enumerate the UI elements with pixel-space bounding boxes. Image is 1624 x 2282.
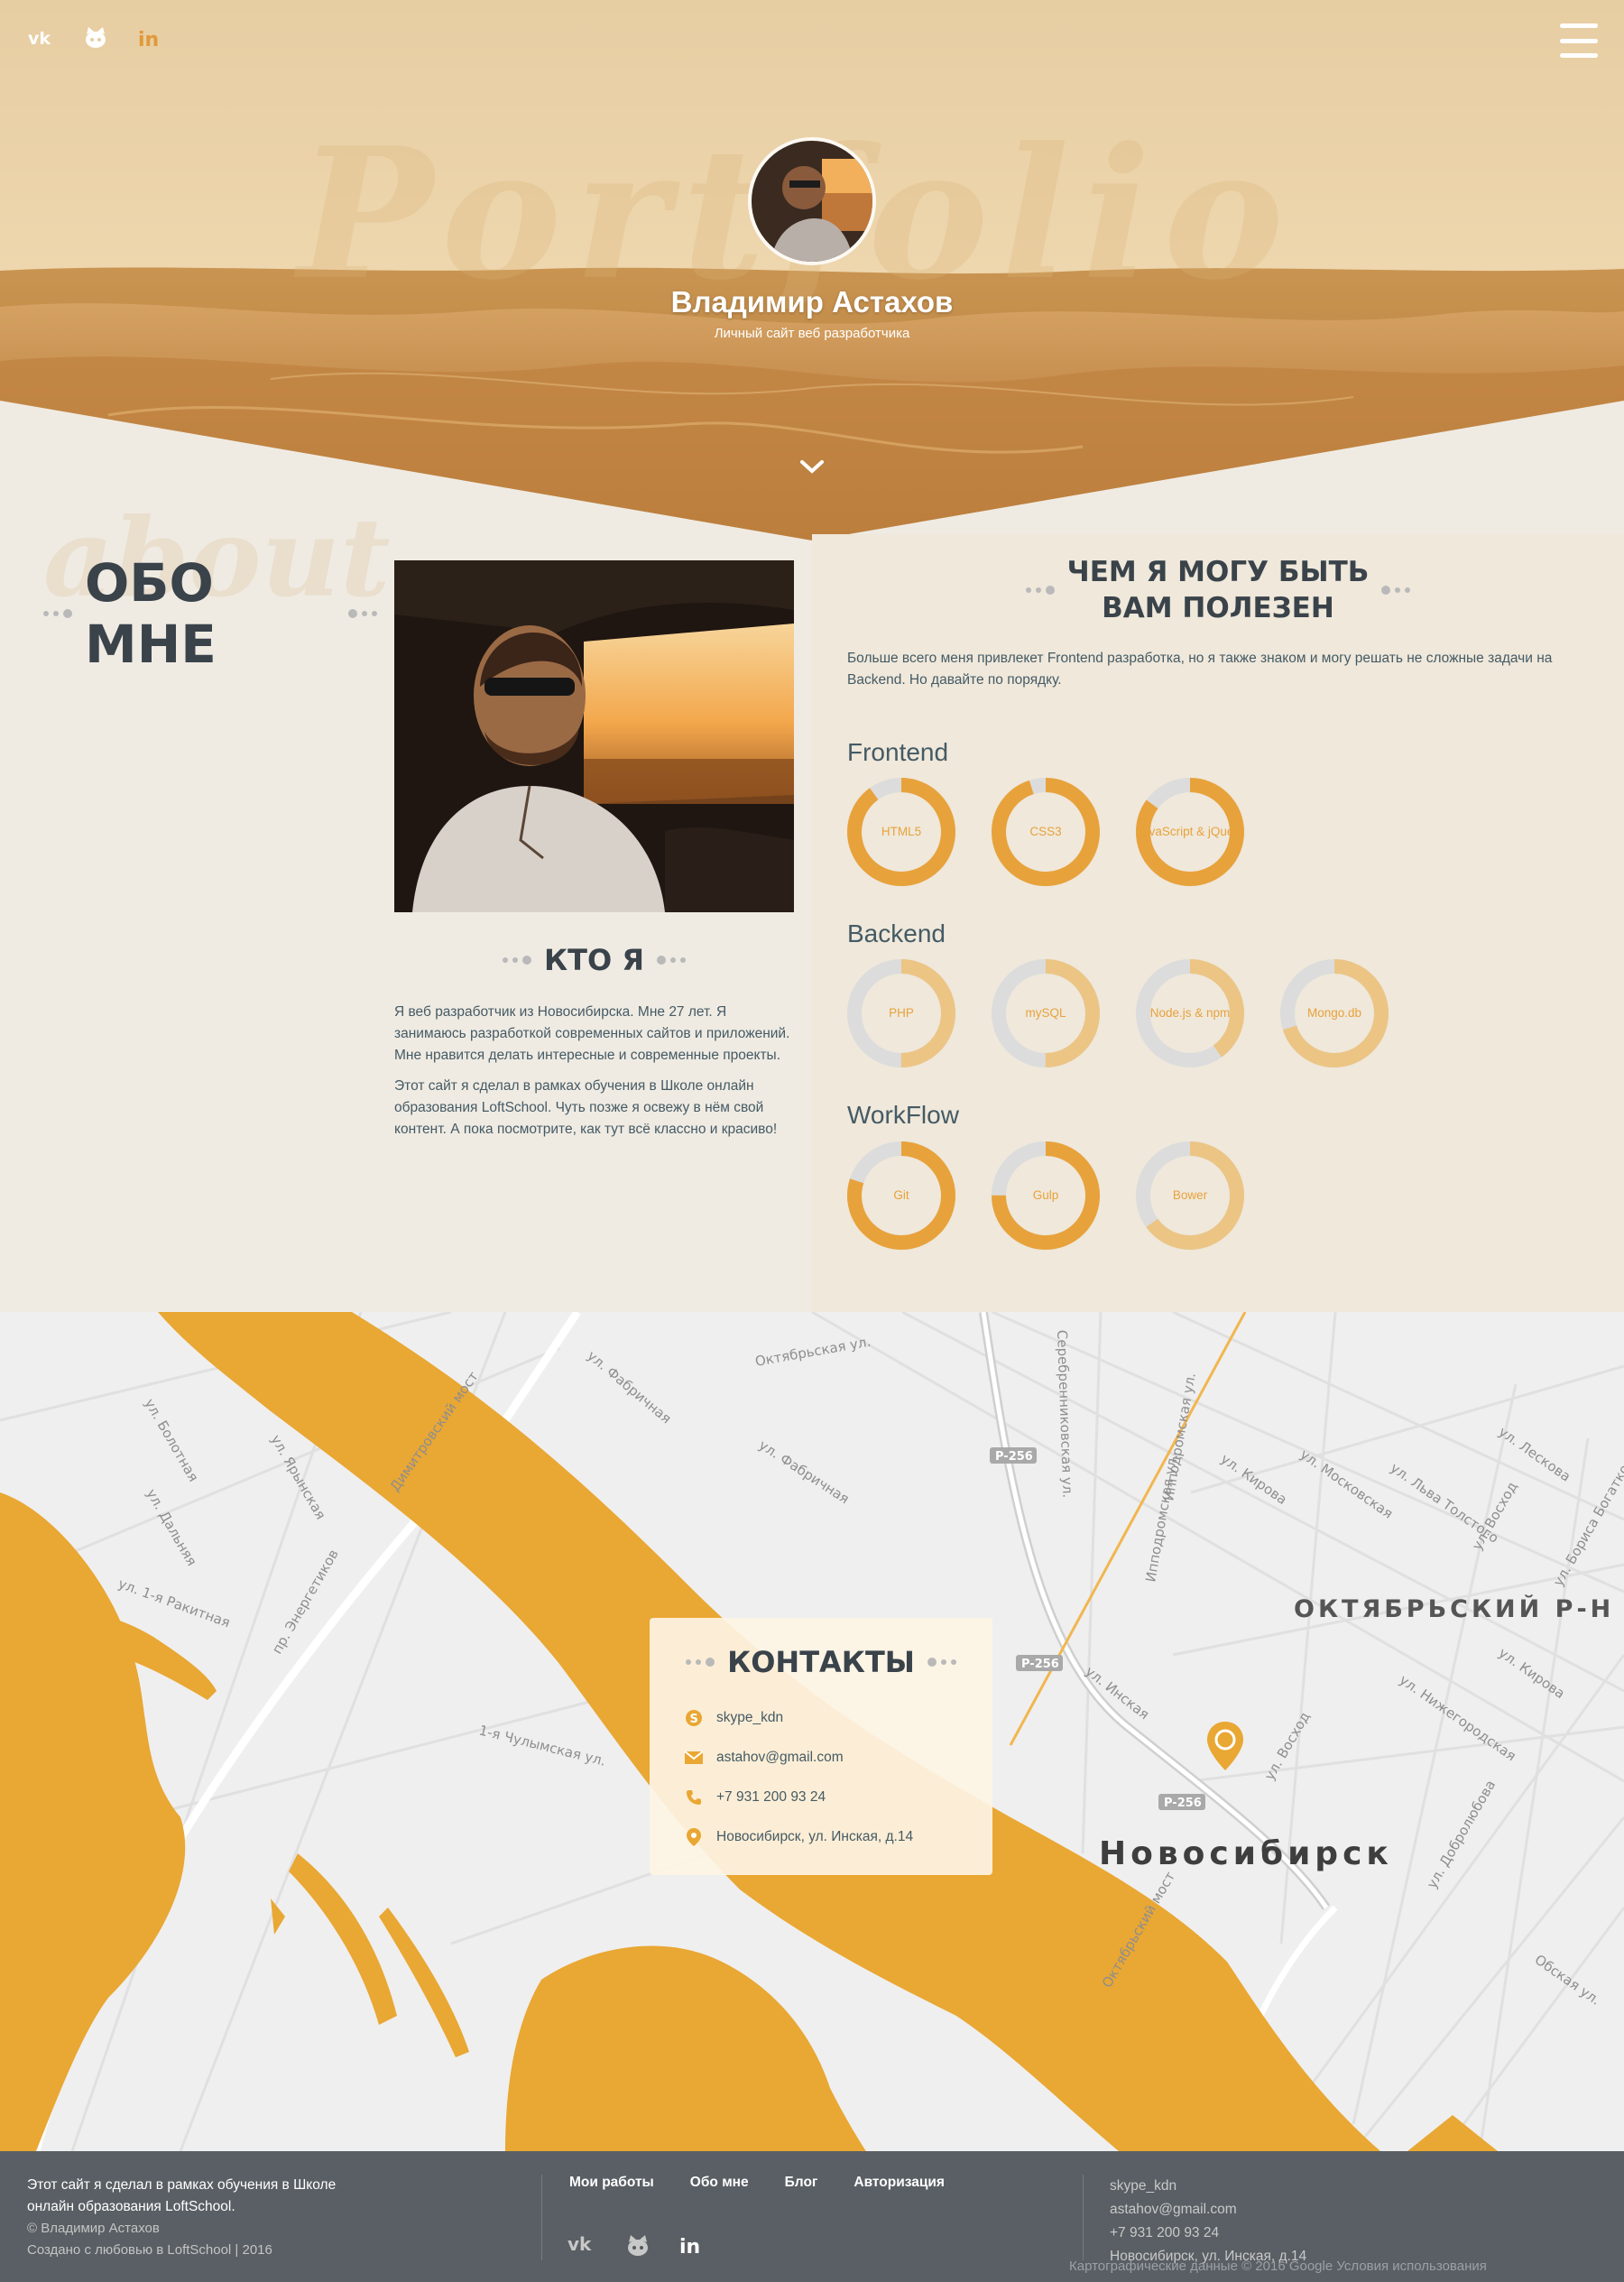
skill-label: Node.js & npm — [1149, 1006, 1231, 1020]
contacts-title: КОНТАКТЫ — [650, 1645, 992, 1679]
footer-skype[interactable]: skype_kdn — [1110, 2175, 1306, 2198]
contact-address[interactable]: Новосибирск, ул. Инская, д.14 — [684, 1827, 913, 1847]
hero-social-links: vk in — [27, 23, 164, 52]
skills-title-line2: ВАМ ПОЛЕЗЕН — [1102, 592, 1334, 624]
map-copyright[interactable]: Картографические данные © 2016 Google Ус… — [1069, 2259, 1487, 2274]
phone-icon — [684, 1788, 704, 1807]
skill-ring: mySQL — [992, 959, 1100, 1067]
scroll-down-arrow-icon[interactable] — [799, 458, 825, 476]
footer-text-line2: онлайн образования LoftSchool. — [27, 2199, 235, 2214]
footer-linkedin-icon[interactable]: in — [679, 2234, 705, 2262]
footer-about: Этот сайт я сделал в рамках обучения в Ш… — [27, 2175, 370, 2261]
svg-text:in: in — [138, 29, 159, 49]
footer-contacts: skype_kdn astahov@gmail.com +7 931 200 9… — [1110, 2175, 1306, 2268]
contact-email[interactable]: astahov@gmail.com — [684, 1748, 844, 1768]
skill-ring: Git — [847, 1141, 955, 1250]
who-am-i-title-text: КТО Я — [544, 943, 644, 977]
about-paragraph-1: Я веб разработчик из Новосибирска. Мне 2… — [394, 1004, 790, 1063]
footer-github-icon[interactable] — [625, 2234, 651, 2262]
skill-ring: CSS3 — [992, 778, 1100, 886]
hero-subtitle: Личный сайт веб разработчика — [714, 326, 910, 341]
footer-phone[interactable]: +7 931 200 93 24 — [1110, 2222, 1306, 2245]
linkedin-icon[interactable]: in — [135, 23, 164, 52]
skill-label: mySQL — [1025, 1006, 1066, 1020]
skill-label: Gulp — [1032, 1188, 1059, 1202]
skill-label: Mongo.db — [1306, 1006, 1362, 1020]
footer-nav-about[interactable]: Обо мне — [690, 2175, 749, 2191]
skill-ring: Gulp — [992, 1141, 1100, 1250]
profile-photo — [394, 560, 794, 912]
map-city-label: Новосибирск — [1099, 1835, 1393, 1872]
contact-skype[interactable]: S skype_kdn — [684, 1708, 783, 1728]
svg-text:S: S — [690, 1713, 698, 1726]
skills-row-backend: PHP mySQL Node.js & npm Mongo.db — [847, 959, 1389, 1067]
skill-group-title-workflow: WorkFlow — [847, 1101, 959, 1129]
avatar — [748, 137, 876, 265]
skill-label: Git — [893, 1188, 909, 1202]
github-icon[interactable] — [81, 23, 110, 52]
footer-social-links: vk in — [567, 2233, 705, 2262]
contacts-card: КОНТАКТЫ S skype_kdn astahov@gmail.com +… — [650, 1618, 992, 1875]
skill-label: HTML5 — [881, 825, 922, 838]
skill-label: CSS3 — [1029, 825, 1062, 838]
footer-vk-icon[interactable]: vk — [567, 2233, 596, 2262]
skills-title: ЧЕМ Я МОГУ БЫТЬ ВАМ ПОЛЕЗЕН — [902, 554, 1534, 626]
about-text: Я веб разработчик из Новосибирска. Мне 2… — [394, 1002, 794, 1150]
svg-text:P-256: P-256 — [1164, 1797, 1202, 1810]
contact-address-value: Новосибирск, ул. Инская, д.14 — [716, 1829, 914, 1844]
footer-divider — [541, 2175, 542, 2260]
contact-phone-value: +7 931 200 93 24 — [716, 1789, 826, 1805]
skype-icon: S — [684, 1708, 704, 1728]
footer-nav-blog[interactable]: Блог — [785, 2175, 818, 2191]
skills-title-text: ЧЕМ Я МОГУ БЫТЬ ВАМ ПОЛЕЗЕН — [1067, 554, 1370, 626]
footer-email[interactable]: astahov@gmail.com — [1110, 2198, 1306, 2222]
skill-ring: PHP — [847, 959, 955, 1067]
svg-text:vk: vk — [567, 2234, 592, 2254]
who-am-i-title: КТО Я — [394, 943, 794, 977]
contacts-title-text: КОНТАКТЫ — [727, 1645, 915, 1679]
contact-phone[interactable]: +7 931 200 93 24 — [684, 1788, 826, 1807]
skill-ring: JavaScript & jQuery — [1136, 778, 1244, 886]
skill-label: JavaScript & jQuery — [1136, 825, 1244, 838]
footer-nav: Мои работы Обо мне Блог Авторизация — [569, 2175, 945, 2191]
svg-text:in: in — [679, 2236, 700, 2256]
location-icon — [684, 1827, 704, 1847]
footer-made-with: Создано с любовью в LoftSchool | 2016 — [27, 2242, 272, 2258]
map-location-pin-icon[interactable] — [1205, 1720, 1245, 1772]
menu-hamburger-button[interactable] — [1560, 23, 1598, 58]
skill-label: PHP — [889, 1006, 914, 1020]
about-title: ОБО МНЕ — [43, 552, 377, 675]
footer-text-line1: Этот сайт я сделал в рамках обучения в Ш… — [27, 2177, 337, 2193]
contact-email-value: astahov@gmail.com — [716, 1750, 844, 1765]
footer-copyright: © Владимир Астахов — [27, 2221, 160, 2236]
skill-label: Bower — [1172, 1188, 1208, 1202]
svg-text:P-256: P-256 — [1021, 1658, 1059, 1671]
skill-ring: Mongo.db — [1280, 959, 1389, 1067]
about-title-text: ОБО МНЕ — [85, 552, 217, 675]
map-district-label: ОКТЯБРЬСКИЙ Р-Н — [1294, 1595, 1615, 1623]
skills-title-line1: ЧЕМ Я МОГУ БЫТЬ — [1066, 556, 1370, 588]
hero-section: Portfolio vk in Владимир Астахов Личный … — [0, 0, 1624, 541]
footer-nav-works[interactable]: Мои работы — [569, 2175, 654, 2191]
footer-nav-login[interactable]: Авторизация — [854, 2175, 945, 2191]
footer-divider — [1083, 2175, 1084, 2260]
svg-text:vk: vk — [28, 29, 51, 47]
skill-group-title-frontend: Frontend — [847, 738, 949, 766]
skill-ring: HTML5 — [847, 778, 955, 886]
skills-intro: Больше всего меня привлекет Frontend раз… — [847, 651, 1553, 688]
hero-name: Владимир Астахов — [670, 285, 954, 319]
mail-icon — [684, 1748, 704, 1768]
contact-skype-value: skype_kdn — [716, 1710, 784, 1725]
skills-row-frontend: HTML5 CSS3 JavaScript & jQuery — [847, 778, 1244, 886]
skill-ring: Bower — [1136, 1141, 1244, 1250]
vk-icon[interactable]: vk — [27, 23, 56, 52]
skill-ring: Node.js & npm — [1136, 959, 1244, 1067]
skills-row-workflow: Git Gulp Bower — [847, 1141, 1244, 1250]
svg-text:P-256: P-256 — [995, 1450, 1033, 1464]
about-paragraph-2: Этот сайт я сделал в рамках обучения в Ш… — [394, 1078, 778, 1137]
footer: Этот сайт я сделал в рамках обучения в Ш… — [0, 2151, 1624, 2282]
skill-group-title-backend: Backend — [847, 919, 946, 947]
